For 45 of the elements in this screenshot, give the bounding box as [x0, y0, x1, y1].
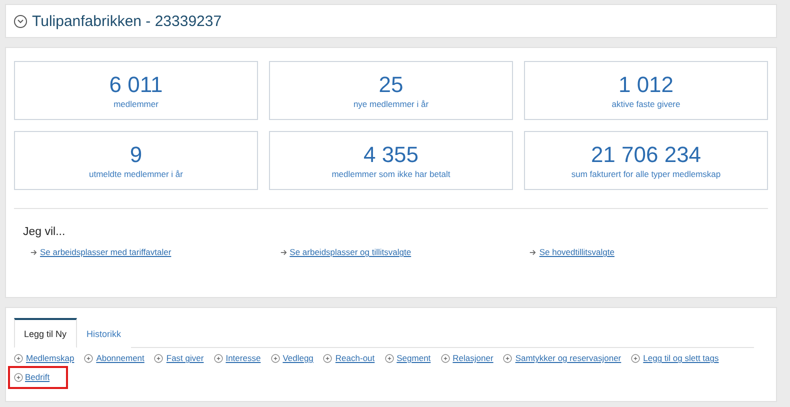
stat-value: 1 012 [618, 72, 674, 96]
stat-label: nye medlemmer i år [353, 98, 429, 108]
arrow-right-icon [280, 248, 287, 256]
plus-circle-icon [84, 354, 94, 362]
stat-value: 4 355 [363, 142, 419, 166]
plus-circle-icon [631, 354, 640, 362]
stat-label: aktive faste givere [612, 98, 680, 108]
page-title: Tulipanfabrikken - 23339237 [32, 12, 222, 30]
add-link[interactable]: Abonnement [96, 353, 144, 363]
shortcut-link[interactable]: Se arbeidsplasser med tariffavtaler [40, 247, 172, 257]
section-heading: Jeg vil... [23, 226, 66, 238]
plus-circle-icon [154, 354, 164, 362]
stat-label: medlemmer [114, 98, 158, 108]
add-link[interactable]: Bedrift [25, 372, 50, 382]
stat-value: 25 [378, 72, 404, 96]
add-link[interactable]: Fast giver [166, 353, 204, 363]
add-link[interactable]: Reach-out [335, 353, 375, 363]
arrow-right-icon [30, 248, 37, 256]
plus-circle-icon [14, 354, 23, 362]
stat-label: medlemmer som ikke har betalt [332, 168, 450, 178]
stat-label: sum fakturert for alle typer medlemskap [571, 168, 721, 178]
add-link[interactable]: Samtykker og reservasjoner [515, 353, 622, 363]
add-link[interactable]: Vedlegg [282, 353, 314, 363]
shortcut-link[interactable]: Se hovedtillitsvalgte [539, 247, 614, 257]
plus-circle-icon [503, 354, 512, 362]
plus-circle-icon [323, 354, 332, 362]
stat-label: utmeldte medlemmer i år [88, 168, 183, 178]
plus-circle-icon [14, 372, 23, 382]
collapse-toggle[interactable] [14, 14, 27, 28]
plus-circle-icon [384, 354, 394, 362]
add-link[interactable]: Relasjoner [452, 353, 494, 363]
stat-value: 9 [130, 142, 142, 166]
plus-circle-icon [214, 354, 223, 362]
tab[interactable]: Legg til Ny [14, 318, 77, 348]
shortcut-link[interactable]: Se arbeidsplasser og tillitsvalgte [290, 247, 412, 257]
arrow-right-icon [529, 248, 536, 256]
stat-value: 6 011 [109, 72, 163, 96]
add-link[interactable]: Segment [396, 353, 431, 363]
plus-circle-icon [270, 354, 280, 362]
chevron-icon [17, 18, 24, 24]
add-link[interactable]: Interesse [226, 353, 261, 363]
plus-circle-icon [440, 354, 450, 362]
add-link[interactable]: Legg til og slett tags [643, 353, 719, 363]
stat-value: 21 706 234 [590, 142, 702, 166]
add-link[interactable]: Medlemskap [26, 353, 74, 363]
